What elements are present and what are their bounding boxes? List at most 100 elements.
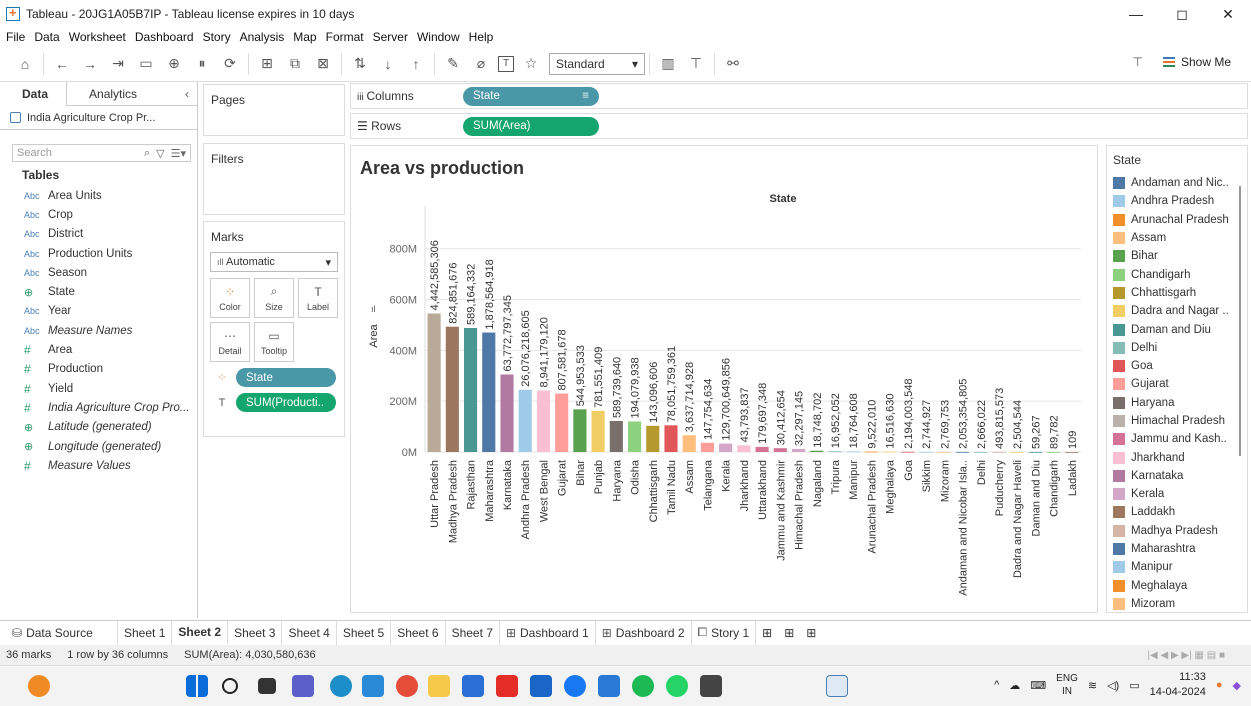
tab-data[interactable]: Data [0, 81, 68, 106]
chevron-up-icon[interactable]: ^ [994, 679, 999, 691]
presentation-icon[interactable]: ⊤ [685, 53, 707, 75]
columns-pill[interactable]: State ≡ [463, 86, 599, 106]
new-story-tab-icon[interactable]: ⊞ [800, 621, 822, 645]
edge-icon[interactable] [330, 675, 352, 697]
file-explorer-icon[interactable] [428, 675, 450, 697]
show-me-button[interactable]: ⊤ Show Me [1133, 55, 1231, 69]
field-item[interactable]: # Measure Values [0, 456, 197, 475]
whatsapp-icon[interactable] [666, 675, 688, 697]
tab-sheet-1[interactable]: Sheet 1 [118, 620, 173, 645]
duplicate-sheet-icon[interactable]: ⧉ [284, 53, 306, 75]
search-icon[interactable]: ⌕ [144, 147, 150, 160]
vscode-icon[interactable] [362, 675, 384, 697]
language-indicator[interactable]: ENG IN [1056, 672, 1078, 698]
legend-item[interactable]: Delhi [1107, 339, 1247, 357]
calculator-icon[interactable] [700, 675, 722, 697]
menu-worksheet[interactable]: Worksheet [69, 30, 126, 44]
color-icon[interactable]: ⁘ [214, 371, 230, 384]
legend-item[interactable]: Andhra Pradesh [1107, 192, 1247, 210]
legend-item[interactable]: Assam [1107, 229, 1247, 247]
field-item[interactable]: # Yield [0, 379, 197, 398]
show-labels-icon[interactable]: T [498, 55, 514, 72]
legend-item[interactable]: Andaman and Nic.. [1107, 174, 1247, 192]
field-item[interactable]: Abc Season [0, 263, 197, 282]
mark-pill[interactable]: State [236, 368, 336, 387]
field-item[interactable]: # Production [0, 360, 197, 379]
legend-item[interactable]: Laddakh [1107, 503, 1247, 521]
label-mark-button[interactable]: T Label [298, 278, 338, 318]
field-item[interactable]: Abc Area Units [0, 186, 197, 205]
home-icon[interactable]: ⌂ [14, 53, 36, 75]
pages-card[interactable]: Pages [203, 84, 345, 136]
tab-sheet-2[interactable]: Sheet 2 [172, 620, 229, 645]
viz-canvas[interactable]: Area vs production State 0M 200M 400M 600M 80… [350, 145, 1098, 613]
tab-analytics[interactable]: Analytics [67, 82, 155, 106]
legend-item[interactable]: Haryana [1107, 394, 1247, 412]
sort-ascending-icon[interactable]: ↓ [377, 53, 399, 75]
rows-pill[interactable]: SUM(Area) [463, 116, 599, 136]
menu-server[interactable]: Server [373, 30, 408, 44]
group-icon[interactable]: ⌀ [470, 53, 492, 75]
legend-item[interactable]: Maharashtra [1107, 540, 1247, 558]
close-button[interactable]: ✕ [1205, 0, 1251, 28]
new-worksheet-icon[interactable]: ⊞ [256, 53, 278, 75]
columns-shelf[interactable]: iii Columns State ≡ [350, 83, 1248, 109]
notification-bell-icon[interactable]: ● [1216, 679, 1223, 691]
bar-chart[interactable]: State 0M 200M 400M 600M 800M Area ıl 4,442,585,3… [351, 146, 1099, 614]
swap-icon[interactable]: ⇅ [349, 53, 371, 75]
clear-sheet-icon[interactable]: ⊠ [312, 53, 334, 75]
highlight-icon[interactable]: ✎ [442, 53, 464, 75]
legend-item[interactable]: Chandigarh [1107, 265, 1247, 283]
fit-select[interactable]: Standard ▾ [549, 52, 645, 75]
tab-data-source[interactable]: ⛁ Data Source [0, 620, 118, 645]
color-mark-button[interactable]: ⁘ Color [210, 278, 250, 318]
start-icon[interactable] [186, 675, 208, 697]
new-worksheet-tab-icon[interactable]: ⊞ [756, 621, 778, 645]
menu-map[interactable]: Map [293, 30, 316, 44]
menu-file[interactable]: File [6, 30, 25, 44]
legend-item[interactable]: Meghalaya [1107, 577, 1247, 595]
detail-mark-button[interactable]: ⋯ Detail [210, 322, 250, 362]
chrome-icon[interactable] [396, 675, 418, 697]
facebook-icon[interactable] [564, 675, 586, 697]
legend-item[interactable]: Arunachal Pradesh [1107, 211, 1247, 229]
legend-item[interactable]: Jharkhand [1107, 448, 1247, 466]
todo-icon[interactable] [598, 675, 620, 697]
keyboard-icon[interactable]: ⌨ [1030, 679, 1046, 692]
legend-item[interactable]: Karnataka [1107, 467, 1247, 485]
tab-dashboard-1[interactable]: ⊞ Dashboard 1 [500, 620, 596, 645]
tab-sheet-4[interactable]: Sheet 4 [282, 620, 337, 645]
filters-card[interactable]: Filters [203, 143, 345, 215]
legend-item[interactable]: Manipur [1107, 558, 1247, 576]
size-mark-button[interactable]: ⌕ Size [254, 278, 294, 318]
legend-item[interactable]: Bihar [1107, 247, 1247, 265]
wifi-icon[interactable]: ≋ [1088, 679, 1097, 692]
teams-icon[interactable] [292, 675, 314, 697]
maximize-button[interactable]: ◻ [1159, 0, 1205, 28]
share-icon[interactable]: ⚯ [722, 53, 744, 75]
menu-format[interactable]: Format [326, 30, 364, 44]
menu-story[interactable]: Story [203, 30, 231, 44]
tooltip-mark-button[interactable]: ▭ Tooltip [254, 322, 294, 362]
legend-item[interactable]: Madhya Pradesh [1107, 522, 1247, 540]
label-icon[interactable]: T [214, 397, 230, 409]
clock[interactable]: 11:33 14-04-2024 [1150, 670, 1206, 700]
field-item[interactable]: Abc Year [0, 302, 197, 321]
field-item[interactable]: ⊕ Longitude (generated) [0, 437, 197, 456]
undo-icon[interactable]: ← [51, 53, 73, 75]
sort-descending-icon[interactable]: ↑ [405, 53, 427, 75]
search-input[interactable]: Search ⌕ ▽ ☰▾ [12, 144, 191, 162]
legend-scrollbar[interactable] [1239, 186, 1241, 456]
field-item[interactable]: Abc Production Units [0, 244, 197, 263]
collapse-pane-icon[interactable]: ‹ [185, 87, 189, 101]
menu-analysis[interactable]: Analysis [240, 30, 285, 44]
field-item[interactable]: ⊕ Latitude (generated) [0, 418, 197, 437]
legend-item[interactable]: Chhattisgarh [1107, 284, 1247, 302]
rows-shelf[interactable]: ☰ Rows SUM(Area) [350, 113, 1248, 139]
volume-icon[interactable]: ◁) [1107, 679, 1119, 692]
replay-icon[interactable]: ⇥ [107, 53, 129, 75]
legend-item[interactable]: Mizoram [1107, 595, 1247, 612]
legend-item[interactable]: Gujarat [1107, 375, 1247, 393]
redo-icon[interactable]: → [79, 53, 101, 75]
field-item[interactable]: Abc District [0, 225, 197, 244]
